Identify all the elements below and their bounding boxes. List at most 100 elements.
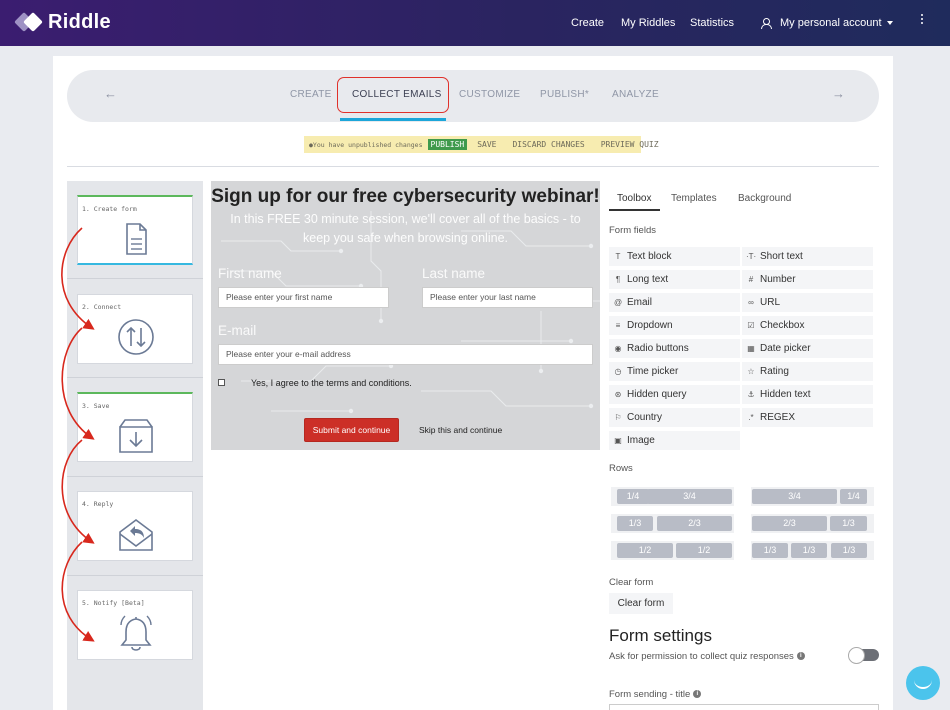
terms-label: Yes, I agree to the terms and conditions… <box>251 378 412 388</box>
first-name-label: First name <box>218 266 282 281</box>
tab-background[interactable]: Background <box>738 193 791 204</box>
field-radio-buttons[interactable]: ◉ Radio buttons <box>609 339 740 358</box>
field-url[interactable]: ∞ URL <box>742 293 873 312</box>
clear-form-button[interactable]: Clear form <box>609 593 673 614</box>
unpublished-changes-bar: ●You have unpublished changes PUBLISH SA… <box>304 136 659 153</box>
field-short-text[interactable]: ·T· Short text <box>742 247 873 266</box>
save-box-icon <box>119 419 153 453</box>
tab-toolbox[interactable]: Toolbox <box>617 193 651 204</box>
field-long-text[interactable]: ¶ Long text <box>609 270 740 289</box>
regex-icon: .* <box>748 413 754 422</box>
info-icon[interactable]: i <box>796 652 805 661</box>
form-settings-title: Form settings <box>609 626 712 645</box>
star-icon: ☆ <box>747 367 755 376</box>
tab-templates[interactable]: Templates <box>671 193 717 204</box>
active-tab-underline <box>340 118 446 121</box>
field-email[interactable]: @ Email <box>609 293 740 312</box>
chevron-down-icon <box>886 21 893 25</box>
field-hidden-text[interactable]: ⚓ Hidden text <box>742 385 873 404</box>
field-image[interactable]: ▣ Image <box>609 431 740 450</box>
nav-create[interactable]: Create <box>571 0 604 46</box>
clock-icon: ◷ <box>614 367 622 376</box>
field-rating[interactable]: ☆ Rating <box>742 362 873 381</box>
user-icon <box>761 18 772 29</box>
field-text-block[interactable]: T Text block <box>609 247 740 266</box>
more-options-icon[interactable] <box>921 14 925 24</box>
field-dropdown[interactable]: ≡ Dropdown <box>609 316 740 335</box>
rows-label: Rows <box>609 463 633 474</box>
link-icon: ∞ <box>748 298 754 307</box>
number-icon: # <box>748 275 754 284</box>
text-block-icon: T <box>615 252 621 261</box>
anchor-icon: ⚓ <box>747 390 755 399</box>
toolbox-tab-underline <box>609 209 660 211</box>
row-layout-1-2-1-2[interactable]: 1/2 1/2 <box>611 541 734 560</box>
row-layout-2-3-1-3[interactable]: 2/3 1/3 <box>751 514 874 533</box>
last-name-label: Last name <box>422 266 486 281</box>
tab-customize[interactable]: CUSTOMIZE <box>459 89 520 100</box>
nav-my-riddles[interactable]: My Riddles <box>621 0 675 46</box>
submit-button[interactable]: Submit and continue <box>304 418 399 442</box>
checkbox-icon: ☑ <box>747 321 755 330</box>
tab-analyze[interactable]: ANALYZE <box>612 89 659 100</box>
bell-icon <box>120 615 152 651</box>
save-button[interactable]: SAVE <box>477 140 496 149</box>
skip-link[interactable]: Skip this and continue <box>419 425 502 435</box>
permission-label: Ask for permission to collect quiz respo… <box>609 651 794 662</box>
field-country[interactable]: ⚐ Country <box>609 408 740 427</box>
form-fields-label: Form fields <box>609 225 656 236</box>
reply-envelope-icon <box>119 519 153 551</box>
nav-statistics[interactable]: Statistics <box>690 0 734 46</box>
last-name-input[interactable]: Please enter your last name <box>422 287 593 308</box>
clear-form-label: Clear form <box>609 577 654 588</box>
row-layout-1-4-3-4[interactable]: 1/4 3/4 <box>611 487 734 506</box>
field-checkbox[interactable]: ☑ Checkbox <box>742 316 873 335</box>
email-input[interactable]: Please enter your e-mail address <box>218 344 593 365</box>
publish-button[interactable]: PUBLISH <box>427 139 468 150</box>
dropdown-icon: ≡ <box>615 321 621 330</box>
row-layout-1-3-1-3-1-3[interactable]: 1/3 1/3 1/3 <box>751 541 874 560</box>
field-date-picker[interactable]: ▦ Date picker <box>742 339 873 358</box>
first-name-input[interactable]: Please enter your first name <box>218 287 389 308</box>
flow-arrows <box>61 227 95 642</box>
radio-icon: ◉ <box>614 344 622 353</box>
flag-icon: ⚐ <box>614 413 622 422</box>
calendar-icon: ▦ <box>747 344 755 353</box>
tab-publish[interactable]: PUBLISH* <box>540 89 589 100</box>
email-icon: @ <box>613 298 623 307</box>
logo-icon <box>14 11 44 33</box>
tab-create[interactable]: CREATE <box>290 89 332 100</box>
hidden-query-icon: ⊛ <box>614 390 622 399</box>
sending-title-setting: Form sending - title i <box>609 689 702 700</box>
permission-toggle[interactable] <box>848 647 879 664</box>
field-time-picker[interactable]: ◷ Time picker <box>609 362 740 381</box>
back-arrow-icon[interactable]: ← <box>104 86 117 101</box>
permission-setting: Ask for permission to collect quiz respo… <box>609 650 809 664</box>
field-number[interactable]: # Number <box>742 270 873 289</box>
unpublished-note: ●You have unpublished changes <box>309 140 423 149</box>
row-layout-1-3-2-3[interactable]: 1/3 2/3 <box>611 514 734 533</box>
field-regex[interactable]: .* REGEX <box>742 408 873 427</box>
terms-checkbox[interactable] <box>218 379 225 386</box>
help-chat-icon[interactable] <box>906 666 940 700</box>
long-text-icon: ¶ <box>615 275 621 284</box>
divider <box>67 166 879 167</box>
form-subtitle: In this FREE 30 minute session, we'll co… <box>230 212 581 245</box>
sending-title-input[interactable] <box>609 704 879 710</box>
preview-quiz-button[interactable]: PREVIEW QUIZ <box>601 140 659 149</box>
brand-name: Riddle <box>48 10 111 33</box>
sending-title-label: Form sending - title <box>609 689 691 700</box>
document-icon <box>126 223 147 255</box>
short-text-icon: ·T· <box>746 252 757 261</box>
discard-changes-button[interactable]: DISCARD CHANGES <box>512 140 584 149</box>
step-label: 1. Create form <box>82 205 137 213</box>
forward-arrow-icon[interactable]: → <box>832 86 845 101</box>
info-icon[interactable]: i <box>693 690 702 699</box>
account-menu[interactable]: My personal account <box>761 0 893 46</box>
row-layout-3-4-1-4[interactable]: 3/4 1/4 <box>751 487 874 506</box>
field-hidden-query[interactable]: ⊛ Hidden query <box>609 385 740 404</box>
form-title: Sign up for our free cybersecurity webin… <box>211 186 600 207</box>
image-icon: ▣ <box>614 436 622 445</box>
email-label: E-mail <box>218 323 257 338</box>
riddle-logo[interactable]: Riddle <box>14 9 111 35</box>
